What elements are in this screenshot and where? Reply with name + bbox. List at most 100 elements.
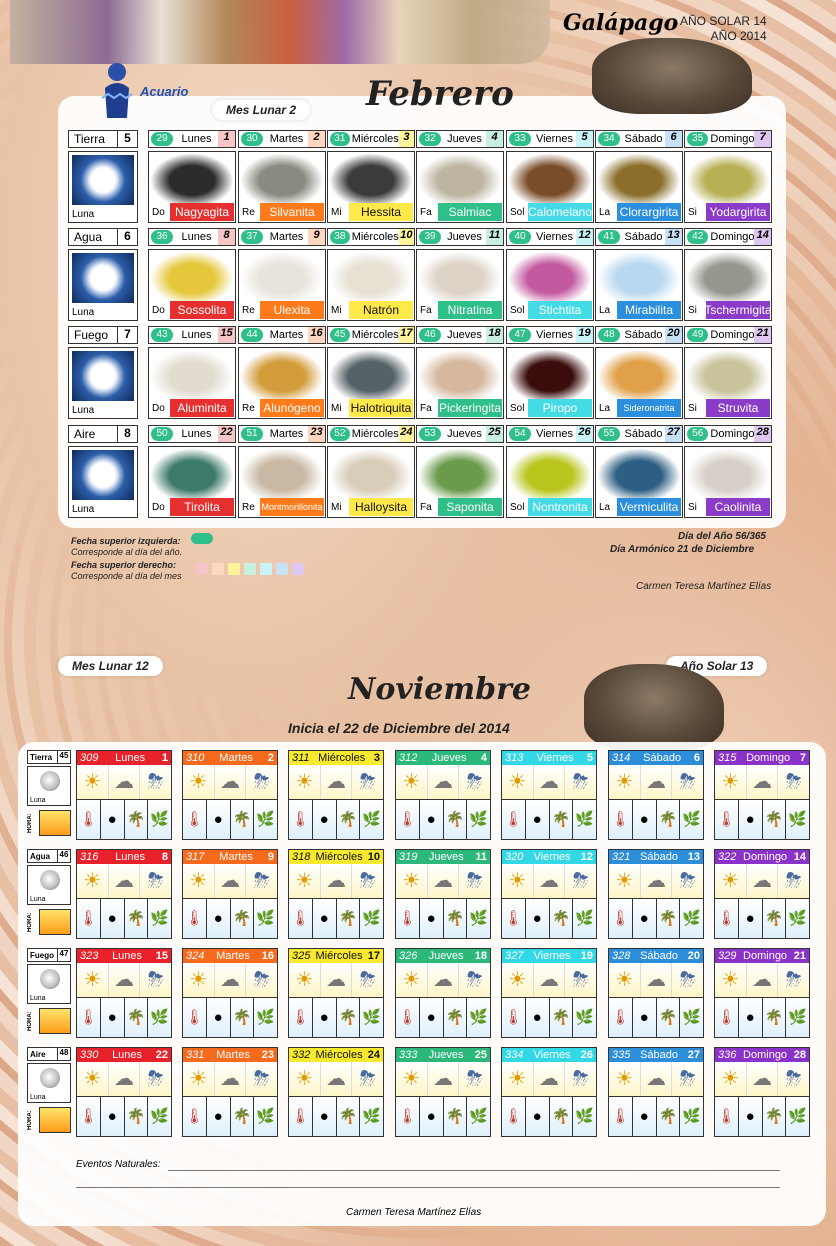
storm-icon[interactable]: ⛈	[778, 864, 810, 898]
palm-icon[interactable]: 🌴	[762, 998, 787, 1037]
sun-icon[interactable]: ☀	[609, 963, 641, 997]
sun-icon[interactable]: ☀	[715, 963, 747, 997]
mineral-card[interactable]: Fa Salmiac	[416, 151, 504, 223]
sun-icon[interactable]: ☀	[609, 765, 641, 799]
thermometer-icon[interactable]: 🌡	[502, 800, 526, 839]
storm-icon[interactable]: ⛈	[352, 864, 384, 898]
wind-icon[interactable]: 🌿	[360, 800, 383, 839]
nov-day-cell[interactable]: 330 Lunes 22 ☀ ☁ ⛈ 🌡 ● 🌴 🌿	[76, 1047, 172, 1137]
cloud-icon[interactable]: ☁	[320, 864, 353, 898]
sun-icon[interactable]: ☀	[183, 1062, 215, 1096]
nov-day-cell[interactable]: 334 Viernes 26 ☀ ☁ ⛈ 🌡 ● 🌴 🌿	[501, 1047, 597, 1137]
wind-icon[interactable]: 🌿	[573, 800, 596, 839]
moon-phase-icon[interactable]: ●	[738, 899, 763, 938]
thermometer-icon[interactable]: 🌡	[183, 800, 207, 839]
cloud-icon[interactable]: ☁	[640, 963, 673, 997]
cloud-icon[interactable]: ☁	[746, 1062, 779, 1096]
mineral-card[interactable]: Re Silvanita	[238, 151, 326, 223]
sun-icon[interactable]: ☀	[502, 864, 534, 898]
nov-day-cell[interactable]: 316 Lunes 8 ☀ ☁ ⛈ 🌡 ● 🌴 🌿	[76, 849, 172, 939]
thermometer-icon[interactable]: 🌡	[183, 899, 207, 938]
moon-phase-icon[interactable]: ●	[312, 998, 337, 1037]
cloud-icon[interactable]: ☁	[108, 864, 141, 898]
thermometer-icon[interactable]: 🌡	[609, 1097, 633, 1136]
cloud-icon[interactable]: ☁	[108, 1062, 141, 1096]
nov-day-cell[interactable]: 333 Jueves 25 ☀ ☁ ⛈ 🌡 ● 🌴 🌿	[395, 1047, 491, 1137]
palm-icon[interactable]: 🌴	[230, 800, 255, 839]
thermometer-icon[interactable]: 🌡	[183, 998, 207, 1037]
thermometer-icon[interactable]: 🌡	[396, 800, 420, 839]
wind-icon[interactable]: 🌿	[148, 1097, 171, 1136]
thermometer-icon[interactable]: 🌡	[396, 998, 420, 1037]
moon-phase-icon[interactable]: ●	[419, 899, 444, 938]
wind-icon[interactable]: 🌿	[680, 899, 703, 938]
sun-icon[interactable]: ☀	[396, 765, 428, 799]
thermometer-icon[interactable]: 🌡	[715, 998, 739, 1037]
wind-icon[interactable]: 🌿	[254, 998, 277, 1037]
nov-day-cell[interactable]: 321 Sábado 13 ☀ ☁ ⛈ 🌡 ● 🌴 🌿	[608, 849, 704, 939]
wind-icon[interactable]: 🌿	[573, 899, 596, 938]
nov-day-cell[interactable]: 322 Domingo 14 ☀ ☁ ⛈ 🌡 ● 🌴 🌿	[714, 849, 810, 939]
sun-icon[interactable]: ☀	[289, 765, 321, 799]
moon-phase-icon[interactable]: ●	[419, 800, 444, 839]
thermometer-icon[interactable]: 🌡	[502, 899, 526, 938]
palm-icon[interactable]: 🌴	[336, 899, 361, 938]
nov-day-cell[interactable]: 336 Domingo 28 ☀ ☁ ⛈ 🌡 ● 🌴 🌿	[714, 1047, 810, 1137]
palm-icon[interactable]: 🌴	[124, 1097, 149, 1136]
mineral-card[interactable]: Sol Calomelano	[506, 151, 594, 223]
wind-icon[interactable]: 🌿	[573, 998, 596, 1037]
thermometer-icon[interactable]: 🌡	[715, 899, 739, 938]
moon-phase-icon[interactable]: ●	[525, 998, 550, 1037]
moon-phase-icon[interactable]: ●	[632, 1097, 657, 1136]
storm-icon[interactable]: ⛈	[140, 864, 172, 898]
cloud-icon[interactable]: ☁	[533, 765, 566, 799]
palm-icon[interactable]: 🌴	[443, 899, 468, 938]
cloud-icon[interactable]: ☁	[214, 864, 247, 898]
nov-day-cell[interactable]: 323 Lunes 15 ☀ ☁ ⛈ 🌡 ● 🌴 🌿	[76, 948, 172, 1038]
storm-icon[interactable]: ⛈	[246, 1062, 278, 1096]
palm-icon[interactable]: 🌴	[230, 1097, 255, 1136]
palm-icon[interactable]: 🌴	[230, 899, 255, 938]
moon-phase-icon[interactable]: ●	[632, 800, 657, 839]
wind-icon[interactable]: 🌿	[148, 899, 171, 938]
nov-day-cell[interactable]: 312 Jueves 4 ☀ ☁ ⛈ 🌡 ● 🌴 🌿	[395, 750, 491, 840]
storm-icon[interactable]: ⛈	[352, 963, 384, 997]
storm-icon[interactable]: ⛈	[672, 963, 704, 997]
thermometer-icon[interactable]: 🌡	[289, 800, 313, 839]
nov-day-cell[interactable]: 317 Martes 9 ☀ ☁ ⛈ 🌡 ● 🌴 🌿	[182, 849, 278, 939]
mineral-card[interactable]: Si Tschermigita	[684, 249, 772, 321]
thermometer-icon[interactable]: 🌡	[289, 1097, 313, 1136]
sun-icon[interactable]: ☀	[715, 1062, 747, 1096]
nov-day-cell[interactable]: 315 Domingo 7 ☀ ☁ ⛈ 🌡 ● 🌴 🌿	[714, 750, 810, 840]
mineral-card[interactable]: Mi Hessita	[327, 151, 415, 223]
mineral-card[interactable]: Sol Piropo	[506, 347, 594, 419]
mineral-card[interactable]: Fa Nitratina	[416, 249, 504, 321]
storm-icon[interactable]: ⛈	[672, 765, 704, 799]
nov-day-cell[interactable]: 319 Jueves 11 ☀ ☁ ⛈ 🌡 ● 🌴 🌿	[395, 849, 491, 939]
sun-icon[interactable]: ☀	[289, 963, 321, 997]
storm-icon[interactable]: ⛈	[459, 963, 491, 997]
nov-day-cell[interactable]: 311 Miércoles 3 ☀ ☁ ⛈ 🌡 ● 🌴 🌿	[288, 750, 384, 840]
moon-phase-icon[interactable]: ●	[419, 1097, 444, 1136]
mineral-card[interactable]: Re Montmorillonita	[238, 446, 326, 518]
moon-phase-icon[interactable]: ●	[738, 1097, 763, 1136]
wind-icon[interactable]: 🌿	[680, 1097, 703, 1136]
wind-icon[interactable]: 🌿	[148, 998, 171, 1037]
wind-icon[interactable]: 🌿	[254, 899, 277, 938]
sun-icon[interactable]: ☀	[715, 765, 747, 799]
moon-phase-icon[interactable]: ●	[312, 1097, 337, 1136]
mineral-card[interactable]: Mi Halloysita	[327, 446, 415, 518]
palm-icon[interactable]: 🌴	[762, 899, 787, 938]
moon-phase-icon[interactable]: ●	[100, 998, 125, 1037]
palm-icon[interactable]: 🌴	[336, 800, 361, 839]
moon-phase-icon[interactable]: ●	[525, 899, 550, 938]
mineral-card[interactable]: Mi Natrón	[327, 249, 415, 321]
wind-icon[interactable]: 🌿	[467, 998, 490, 1037]
palm-icon[interactable]: 🌴	[230, 998, 255, 1037]
sun-icon[interactable]: ☀	[77, 963, 109, 997]
sun-icon[interactable]: ☀	[289, 1062, 321, 1096]
storm-icon[interactable]: ⛈	[672, 1062, 704, 1096]
palm-icon[interactable]: 🌴	[549, 800, 574, 839]
mineral-card[interactable]: Fa Pickeringita	[416, 347, 504, 419]
nov-day-cell[interactable]: 332 Miércoles 24 ☀ ☁ ⛈ 🌡 ● 🌴 🌿	[288, 1047, 384, 1137]
